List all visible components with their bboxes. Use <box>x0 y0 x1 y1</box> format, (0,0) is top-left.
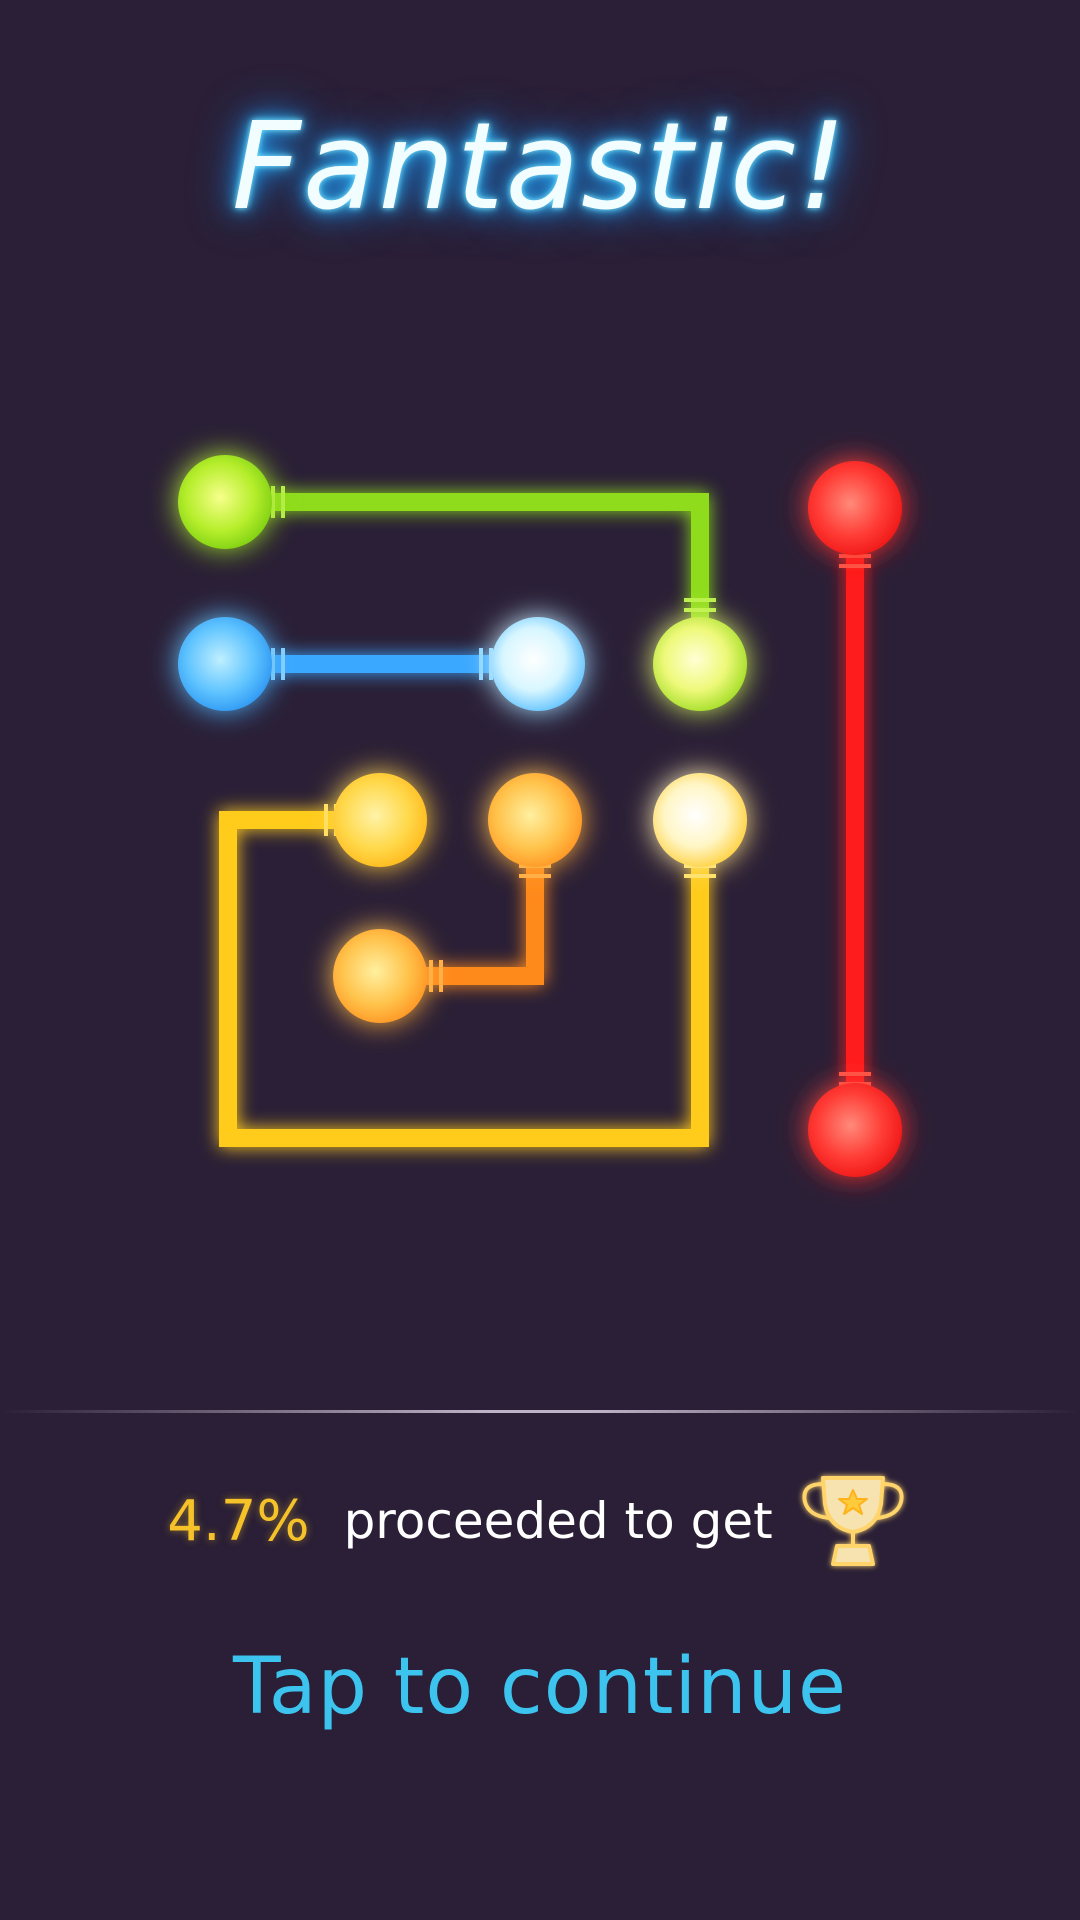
orange-wire <box>421 861 544 985</box>
blue-light-end[interactable] <box>491 617 585 711</box>
result-text: proceeded to get <box>343 1492 773 1550</box>
tap-to-continue-button[interactable]: Tap to continue <box>0 1642 1080 1732</box>
yellow-light-start[interactable] <box>333 773 427 867</box>
green-light-end[interactable] <box>653 617 747 711</box>
trophy-icon <box>802 1476 904 1566</box>
red-light-end[interactable] <box>808 1083 902 1177</box>
green-light-start[interactable] <box>178 455 272 549</box>
puzzle-board <box>178 455 902 1177</box>
green-wire <box>261 493 709 619</box>
result-summary: 4.7% proceeded to get <box>0 1466 1080 1576</box>
result-percent: 4.7% <box>167 1488 310 1554</box>
orange-light-end[interactable] <box>333 929 427 1023</box>
orange-light-start[interactable] <box>488 773 582 867</box>
blue-light-start[interactable] <box>178 617 272 711</box>
yellow-light-end[interactable] <box>653 773 747 867</box>
divider <box>0 1410 1080 1413</box>
red-light-start[interactable] <box>808 461 902 555</box>
